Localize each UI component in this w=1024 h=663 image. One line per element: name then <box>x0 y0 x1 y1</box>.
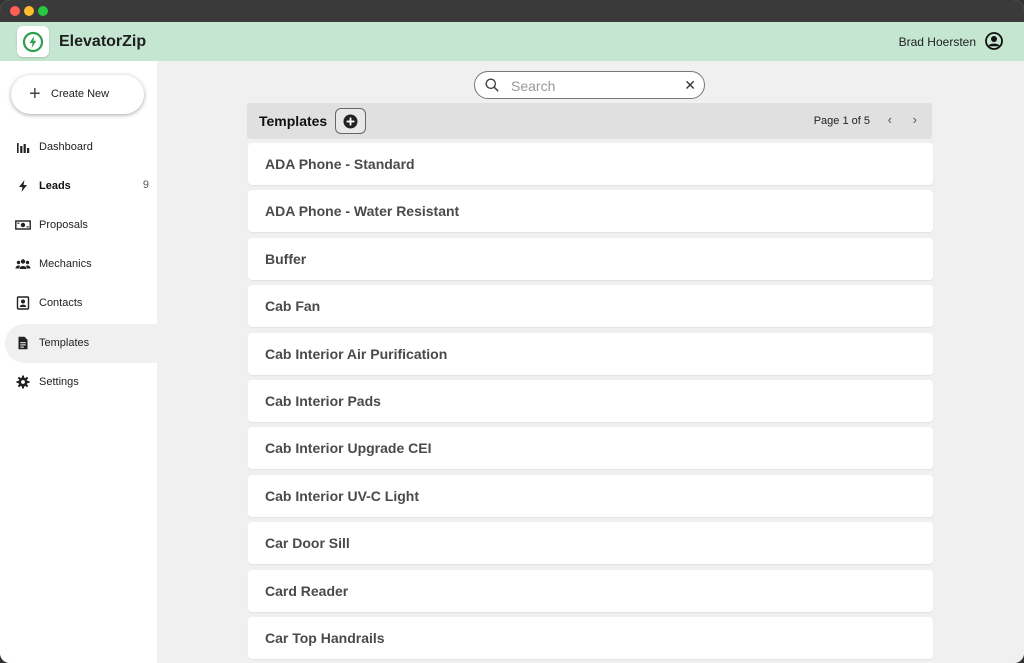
sidebar-item-label: Mechanics <box>39 258 92 270</box>
page-title: Templates <box>259 113 328 129</box>
template-row[interactable]: Cab Interior Air Purification <box>248 332 933 375</box>
template-name: Card Reader <box>265 582 349 599</box>
user-name[interactable]: Brad Hoersten <box>899 35 976 49</box>
template-row[interactable]: Buffer <box>248 237 933 280</box>
app-header: ElevatorZip Brad Hoersten <box>0 22 1024 61</box>
plus-circle-icon <box>343 114 358 129</box>
page-indicator: Page 1 of 5 <box>813 115 870 127</box>
sidebar: + Create New Dashboard Leads 9 Proposals… <box>0 61 157 663</box>
app-window: ElevatorZip Brad Hoersten + Create New D… <box>0 0 1024 663</box>
templates-header: Templates Page 1 of 5 ‹ › <box>247 103 932 139</box>
group-icon <box>15 259 31 269</box>
sidebar-item-label: Proposals <box>39 219 88 231</box>
close-window-button[interactable] <box>10 6 20 16</box>
leads-count-badge: 9 <box>142 179 149 191</box>
search-input[interactable] <box>511 76 671 96</box>
maximize-window-button[interactable] <box>38 6 48 16</box>
template-row[interactable]: Cab Interior Upgrade CEI <box>248 427 933 470</box>
template-row[interactable]: ADA Phone - Standard <box>248 143 933 185</box>
plus-icon: + <box>29 83 41 105</box>
template-name: Cab Interior Pads <box>265 392 381 409</box>
sidebar-item-settings[interactable]: Settings <box>5 363 157 402</box>
clear-search-icon[interactable]: ✕ <box>684 77 696 93</box>
sidebar-item-label: Dashboard <box>39 141 93 153</box>
template-row[interactable]: Car Door Sill <box>248 522 933 565</box>
sidebar-item-dashboard[interactable]: Dashboard <box>5 128 157 167</box>
document-icon <box>18 336 28 350</box>
add-template-button[interactable] <box>335 108 366 134</box>
contact-card-icon <box>16 296 30 310</box>
search-icon <box>485 78 499 92</box>
template-row[interactable]: Cab Fan <box>248 285 933 328</box>
template-row[interactable]: Card Reader <box>248 569 933 612</box>
templates-list: ADA Phone - Standard ADA Phone - Water R… <box>248 143 933 663</box>
sidebar-item-label: Leads <box>39 180 71 192</box>
template-name: ADA Phone - Water Resistant <box>265 203 460 220</box>
lightning-logo-icon <box>22 31 44 53</box>
template-row[interactable]: Cab Interior UV-C Light <box>248 474 933 517</box>
sidebar-item-mechanics[interactable]: Mechanics <box>5 245 157 284</box>
money-icon <box>15 220 31 230</box>
sidebar-item-templates[interactable]: Templates <box>5 324 157 363</box>
bar-chart-icon <box>17 143 30 153</box>
gear-icon <box>16 375 30 389</box>
template-row[interactable]: ADA Phone - Water Resistant <box>248 190 933 233</box>
template-row[interactable]: Cab Interior Pads <box>248 379 933 422</box>
sidebar-item-contacts[interactable]: Contacts <box>5 284 157 323</box>
sidebar-item-proposals[interactable]: Proposals <box>5 206 157 245</box>
search-bar: ✕ <box>474 71 705 99</box>
create-new-label: Create New <box>51 88 110 100</box>
template-name: Cab Fan <box>265 298 321 315</box>
sidebar-item-label: Contacts <box>39 297 83 309</box>
chevron-right-icon[interactable]: › <box>913 112 917 128</box>
template-name: Cab Interior Upgrade CEI <box>265 440 432 457</box>
template-name: Car Top Handrails <box>265 629 385 646</box>
sidebar-item-label: Templates <box>39 337 90 349</box>
template-name: ADA Phone - Standard <box>265 156 415 172</box>
chevron-left-icon[interactable]: ‹ <box>888 112 892 128</box>
user-avatar-icon[interactable] <box>985 32 1003 50</box>
sidebar-item-leads[interactable]: Leads 9 <box>5 167 157 206</box>
create-new-button[interactable]: + Create New <box>11 75 144 114</box>
template-name: Cab Interior UV-C Light <box>265 487 419 504</box>
template-name: Car Door Sill <box>265 535 350 552</box>
main-content: ✕ Templates Page 1 of 5 ‹ › ADA Phone - … <box>157 61 1024 663</box>
app-name: ElevatorZip <box>59 33 147 50</box>
window-titlebar <box>0 0 1024 22</box>
minimize-window-button[interactable] <box>24 6 34 16</box>
app-logo[interactable] <box>17 26 49 57</box>
bolt-icon <box>19 180 27 192</box>
sidebar-item-label: Settings <box>39 376 79 388</box>
template-row[interactable]: Car Top Handrails <box>248 616 933 659</box>
template-name: Buffer <box>265 250 307 267</box>
template-name: Cab Interior Air Purification <box>265 345 448 362</box>
